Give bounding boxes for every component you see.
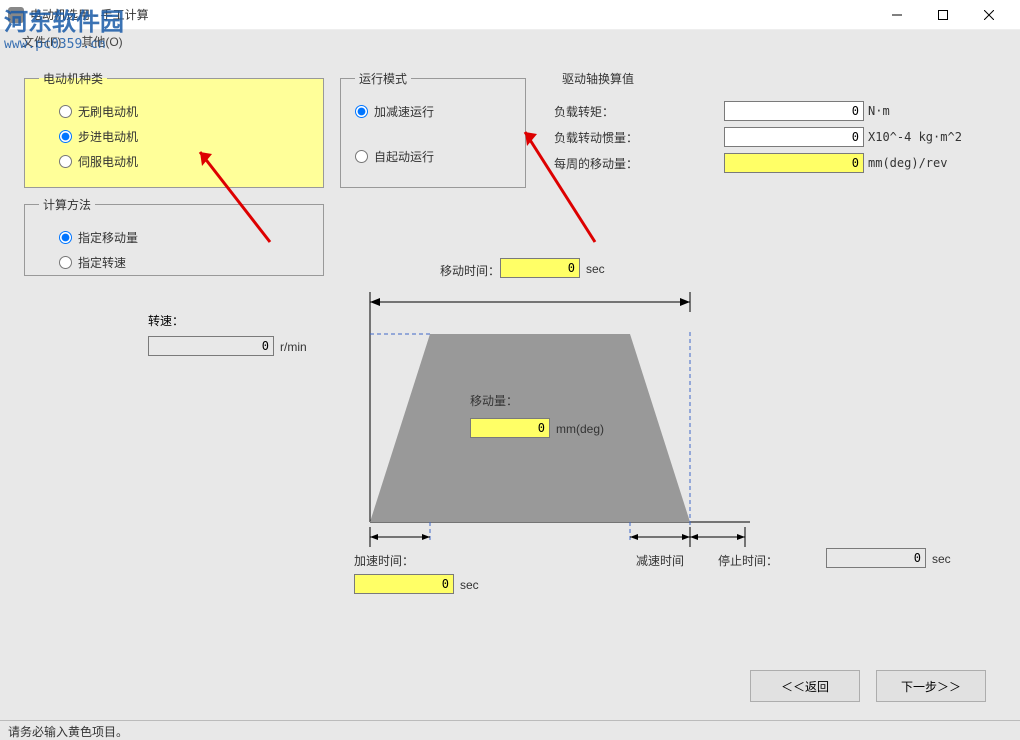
label-stop: 停止时间： [718, 552, 778, 569]
input-perrev[interactable] [724, 153, 864, 173]
next-button[interactable]: 下一步＞＞ [876, 670, 986, 702]
label-accel: 加速时间： [354, 552, 414, 569]
status-text: 请务必输入黄色项目。 [8, 725, 128, 739]
label-move-time: 移动时间： [440, 262, 500, 279]
back-button[interactable]: ＜＜返回 [750, 670, 860, 702]
unit-move-time: sec [586, 262, 605, 276]
unit-stop: sec [932, 552, 951, 566]
input-inertia[interactable] [724, 127, 864, 147]
radio-speed[interactable] [59, 256, 72, 269]
unit-accel: sec [460, 578, 479, 592]
label-stepper: 步进电动机 [78, 128, 138, 145]
legend-drive: 驱动轴换算值 [558, 70, 638, 87]
group-calc-method: 计算方法 指定移动量 指定转速 [24, 196, 324, 276]
statusbar: 请务必输入黄色项目。 [0, 720, 1020, 740]
label-speed: 指定转速 [78, 254, 126, 271]
close-button[interactable] [966, 1, 1012, 29]
label-inertia: 负载转动惯量： [554, 129, 724, 146]
group-drive-values: 驱动轴换算值 负载转矩： N·m 负载转动惯量： X10^-4 kg·m^2 每… [540, 70, 1000, 188]
legend-calc-method: 计算方法 [39, 196, 95, 213]
speed-profile-diagram: 移动时间： sec 移动量： mm(deg) 加速时间： sec 减速时间 [350, 242, 750, 602]
input-torque[interactable] [724, 101, 864, 121]
unit-perrev: mm(deg)/rev [868, 156, 947, 170]
label-speed-rpm: 转速： [148, 312, 184, 329]
unit-speed-rpm: r/min [280, 340, 307, 354]
titlebar: 电动机选用 - 手工计算 [0, 0, 1020, 30]
label-accel-decel: 加减速运行 [374, 103, 434, 120]
menu-file[interactable]: 文件(F) [12, 33, 71, 50]
trapezoid-chart [350, 242, 750, 582]
label-decel: 减速时间 [636, 552, 684, 569]
radio-servo[interactable] [59, 155, 72, 168]
radio-brushless[interactable] [59, 105, 72, 118]
radio-move-amount[interactable] [59, 231, 72, 244]
input-move-amt[interactable] [470, 418, 550, 438]
group-run-mode: 运行模式 加减速运行 自起动运行 [340, 70, 526, 188]
label-self-start: 自起动运行 [374, 148, 434, 165]
input-stop[interactable] [826, 548, 926, 568]
input-move-time[interactable] [500, 258, 580, 278]
input-speed-rpm[interactable] [148, 336, 274, 356]
label-move-amount: 指定移动量 [78, 229, 138, 246]
menubar: 文件(F) 其他(O) [0, 30, 1020, 52]
radio-stepper[interactable] [59, 130, 72, 143]
menu-other[interactable]: 其他(O) [71, 33, 132, 50]
legend-run-mode: 运行模式 [355, 70, 411, 87]
radio-self-start[interactable] [355, 150, 368, 163]
label-servo: 伺服电动机 [78, 153, 138, 170]
group-motor-type: 电动机种类 无刷电动机 步进电动机 伺服电动机 [24, 70, 324, 188]
label-brushless: 无刷电动机 [78, 103, 138, 120]
radio-accel-decel[interactable] [355, 105, 368, 118]
label-torque: 负载转矩： [554, 103, 724, 120]
label-move-amt: 移动量： [470, 392, 518, 409]
unit-inertia: X10^-4 kg·m^2 [868, 130, 962, 144]
app-icon [8, 7, 24, 23]
unit-move-amt: mm(deg) [556, 422, 604, 436]
client-area: 电动机种类 无刷电动机 步进电动机 伺服电动机 计算方法 指定移动量 指定转速 … [0, 52, 1020, 720]
unit-torque: N·m [868, 104, 890, 118]
window-title: 电动机选用 - 手工计算 [30, 6, 874, 23]
minimize-button[interactable] [874, 1, 920, 29]
maximize-button[interactable] [920, 1, 966, 29]
input-accel[interactable] [354, 574, 454, 594]
label-perrev: 每周的移动量： [554, 155, 724, 172]
legend-motor-type: 电动机种类 [39, 70, 107, 87]
